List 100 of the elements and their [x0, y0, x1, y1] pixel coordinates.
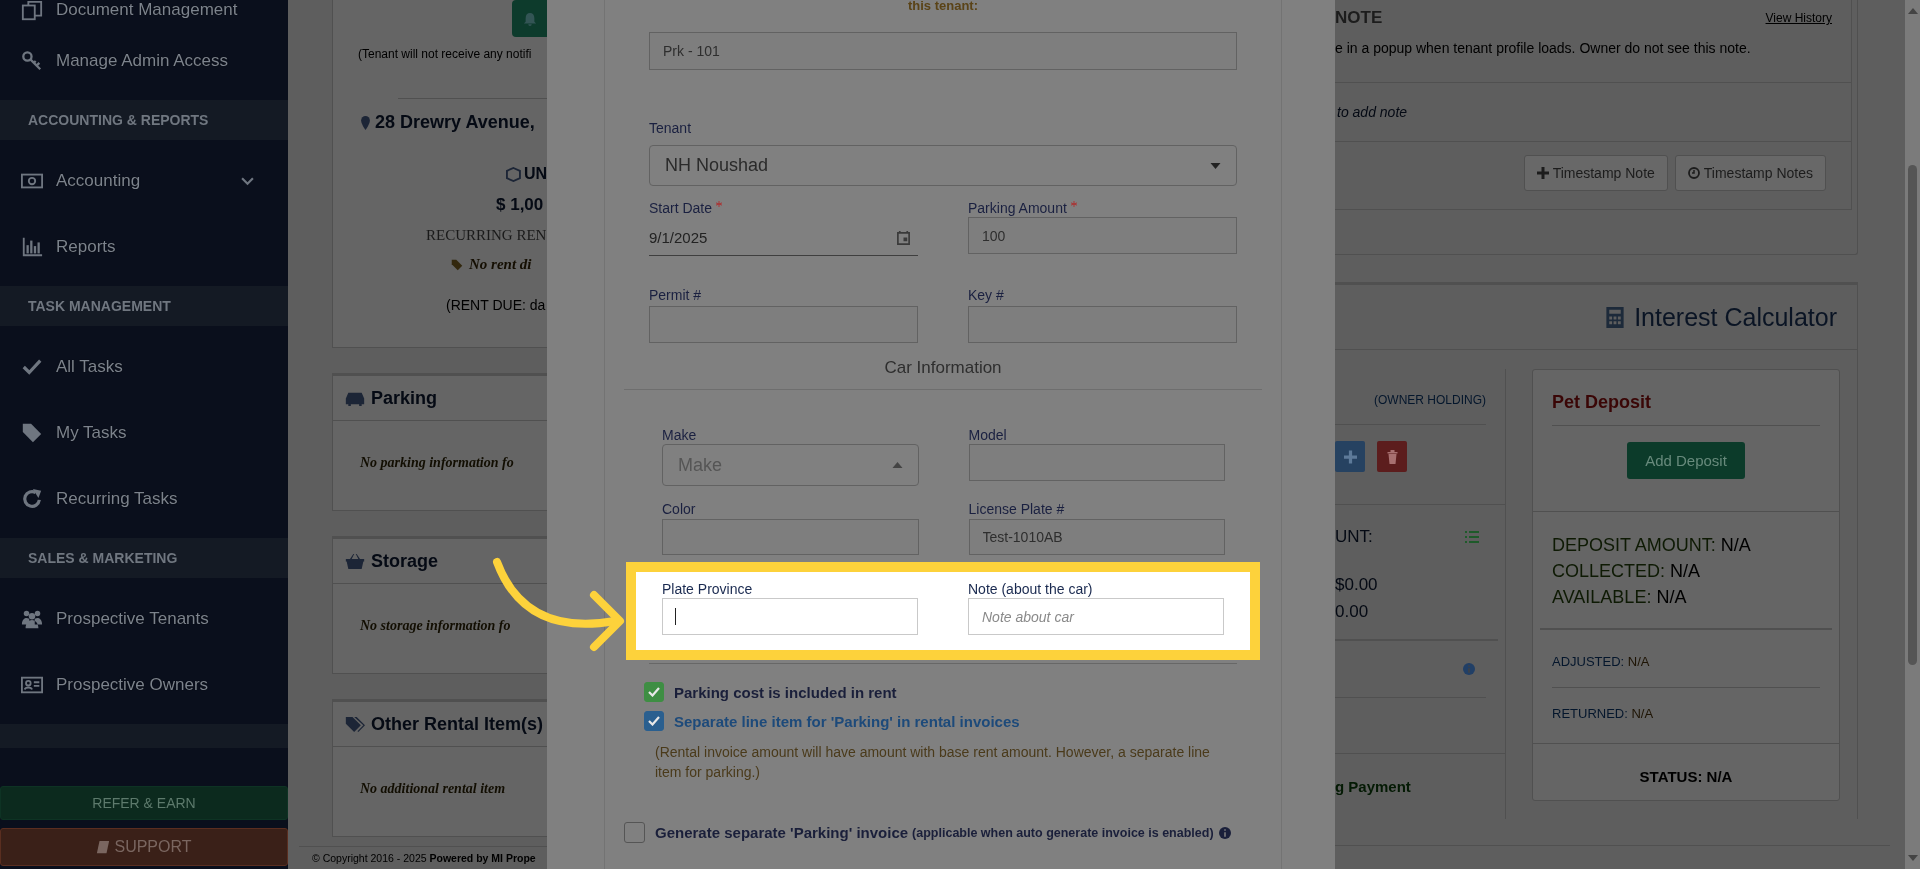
returned-text: RETURNED: N/A	[1552, 705, 1655, 723]
scrollbar[interactable]	[1905, 0, 1920, 869]
checkbox[interactable]	[624, 822, 645, 843]
pet-deposit-title: Pet Deposit	[1552, 370, 1820, 426]
notes-title: NOTE	[1335, 8, 1383, 28]
tag-icon	[451, 258, 463, 271]
parking-spot-field[interactable]: Prk - 101	[649, 32, 1237, 70]
checkbox-hint: (applicable when auto generate invoice is enabled)	[912, 825, 1214, 840]
field-label: Model	[968, 427, 1008, 444]
map-pin-icon	[361, 115, 370, 130]
timestamp-button[interactable]: Timestamp Notes	[1674, 155, 1826, 191]
panel-title: Parking	[333, 376, 547, 421]
view-history-link[interactable]: View History	[1765, 11, 1832, 25]
sidebar-item[interactable]: Manage Admin Access	[0, 28, 288, 94]
invoice-note: (Rental invoice amount will have amount with base rent amount. However, a separate line item for parking.)	[655, 743, 1211, 782]
discount-text: No rent di	[333, 256, 547, 273]
sidebar-item[interactable]: All Tasks	[0, 334, 288, 400]
cube-icon	[506, 166, 521, 182]
field-label: Note (about the car)	[968, 581, 1094, 598]
amount-value: 0.00	[1335, 601, 1370, 623]
model-field[interactable]	[968, 444, 1225, 481]
empty-message: No parking information fo	[359, 455, 515, 471]
deposit-stat: DEPOSIT AMOUNT: N/A	[1552, 534, 1752, 557]
license-plate-field[interactable]: Test-1010AB	[968, 519, 1225, 555]
date-field[interactable]: 9/1/2025	[649, 219, 918, 256]
section-header: TASK MANAGEMENT	[0, 286, 288, 326]
notify-button[interactable]	[512, 0, 547, 37]
book-icon	[96, 840, 111, 854]
empty-message: No storage information fo	[359, 618, 512, 634]
tag-icon	[20, 422, 44, 444]
tags-icon	[345, 715, 365, 733]
plus-icon	[1536, 167, 1549, 179]
sidebar-item[interactable]: My Tasks	[0, 400, 288, 466]
amount-label: UNT:	[1335, 527, 1373, 547]
adjusted-text: ADJUSTED: N/A	[1552, 630, 1820, 688]
checkbox-label: Parking cost is included in rent	[674, 683, 897, 701]
deposit-stat: AVAILABLE: N/A	[1552, 586, 1688, 609]
address-text: 28 Drewry Avenue,	[333, 112, 547, 133]
plate-province-field[interactable]	[662, 598, 918, 635]
amount-value: $0.00	[1335, 574, 1379, 596]
refresh-icon	[20, 488, 44, 510]
sidebar-item[interactable]: Document Management	[0, 0, 288, 28]
key-field[interactable]	[968, 306, 1237, 343]
status-text: STATUS: N/A	[1533, 743, 1839, 785]
sidebar-item[interactable]: Recurring Tasks	[0, 466, 288, 532]
interest-calculator-link[interactable]: Interest Calculator	[1605, 302, 1837, 332]
field-label: Tenant	[649, 120, 693, 136]
plus-icon	[1343, 449, 1357, 464]
sidebar-item[interactable]: Prospective Tenants	[0, 586, 288, 652]
info-icon	[1218, 826, 1231, 839]
modal-heading: this tenant:	[906, 0, 980, 12]
field-label: Parking Amount	[968, 200, 1237, 219]
field-label: Make	[662, 427, 698, 444]
checkbox-label: Generate separate 'Parking' invoice	[655, 824, 909, 841]
permit-field[interactable]	[649, 306, 918, 343]
support-button[interactable]: SUPPORT	[0, 828, 288, 866]
section-header: SALES & MARKETING	[0, 538, 288, 578]
tenant-select[interactable]: NH Noushad	[649, 145, 1237, 186]
checkbox[interactable]	[644, 682, 664, 702]
notice-text: (Tenant will not receive any notifi	[357, 47, 533, 61]
trash-icon	[1385, 449, 1399, 464]
field-label: Permit #	[649, 287, 703, 305]
color-field[interactable]	[662, 519, 919, 555]
checkbox[interactable]	[644, 711, 664, 731]
unit-label: UN	[333, 165, 547, 183]
calculator-icon	[1605, 305, 1626, 329]
people-icon	[20, 608, 44, 630]
rent-due-text: (RENT DUE: da	[445, 297, 547, 313]
list-icon[interactable]	[1465, 531, 1479, 543]
sidebar-item[interactable]: Reports	[0, 214, 288, 280]
basket-icon	[345, 552, 365, 570]
section-title: Car Information	[883, 358, 1003, 378]
add-deposit-button[interactable]: Add Deposit	[1627, 442, 1745, 479]
field-label: Start Date	[649, 200, 918, 219]
key-icon	[20, 50, 44, 72]
payment-link[interactable]: g Payment	[1335, 778, 1505, 795]
notes-description: e in a popup when tenant profile loads. Owner do not see this note.	[1335, 40, 1851, 83]
caret-down-icon	[1210, 162, 1221, 169]
amount-field[interactable]: 100	[968, 217, 1237, 254]
timestamp-button[interactable]: Timestamp Note	[1523, 155, 1668, 191]
sidebar-item[interactable]: Prospective Owners	[0, 652, 288, 718]
refer-and-earn-button[interactable]: REFER & EARN	[0, 786, 288, 820]
copyright-text: © Copyright 2016 - 2025 Powered by MI Prope	[299, 846, 547, 864]
holding-label: (OWNER HOLDING)	[1335, 369, 1486, 425]
checkmark-icon	[648, 687, 660, 697]
add-note-hint[interactable]: to add note	[1335, 83, 1851, 142]
sidebar-item[interactable]: Accounting	[0, 148, 288, 214]
field-label: Plate Province	[662, 581, 754, 598]
rent-amount: $ 1,00	[495, 195, 545, 215]
calendar-icon	[896, 229, 911, 245]
info-icon	[1463, 663, 1475, 675]
car-note-field[interactable]: Note about car	[968, 598, 1224, 635]
clock-icon	[1687, 167, 1700, 179]
scroll-up-icon[interactable]	[1907, 8, 1918, 14]
add-button[interactable]	[1335, 441, 1365, 472]
field-label: License Plate #	[968, 501, 1066, 519]
scrollbar-thumb[interactable]	[1908, 165, 1917, 665]
empty-message: No additional rental item	[359, 781, 507, 797]
scroll-down-icon[interactable]	[1907, 855, 1918, 861]
delete-button[interactable]	[1377, 441, 1407, 472]
